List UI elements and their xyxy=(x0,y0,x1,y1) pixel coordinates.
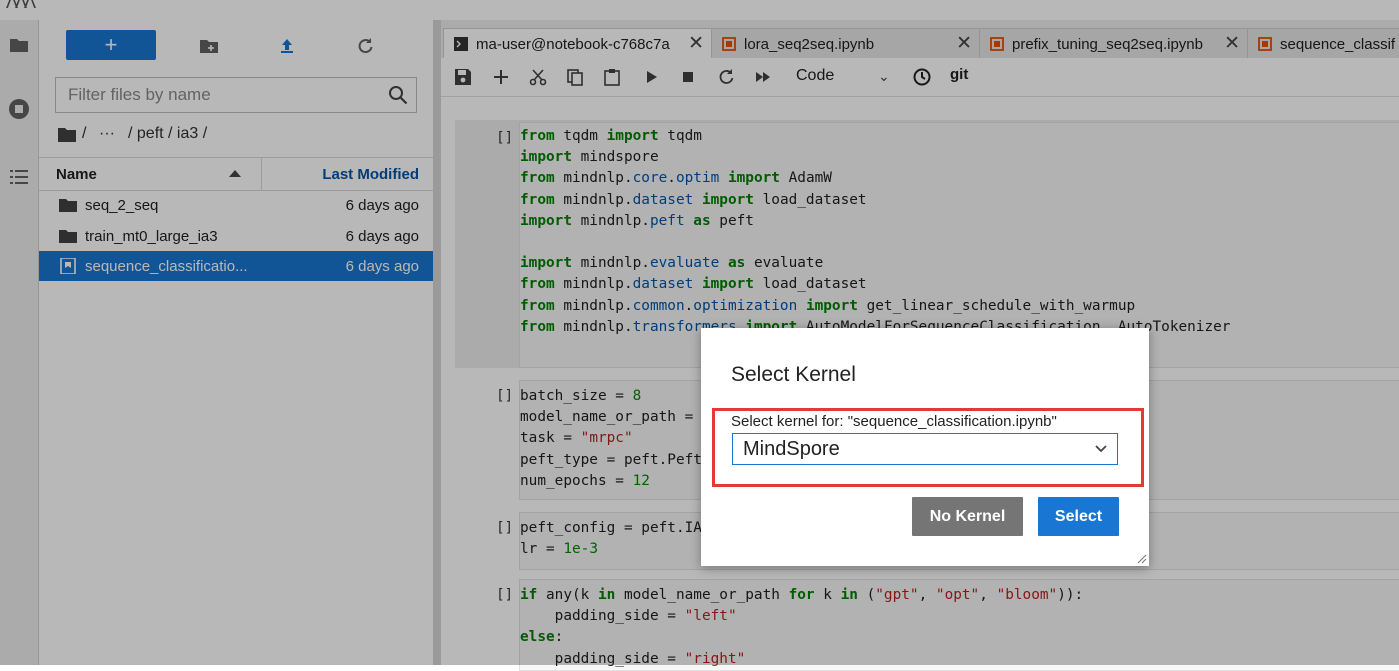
select-button[interactable]: Select xyxy=(1038,497,1119,536)
dialog-title: Select Kernel xyxy=(731,363,856,386)
no-kernel-button[interactable]: No Kernel xyxy=(912,497,1023,536)
select-kernel-dialog: Select Kernel Select kernel for: "sequen… xyxy=(701,328,1149,566)
kernel-select[interactable]: MindSpore xyxy=(732,433,1118,465)
resize-grip-icon[interactable] xyxy=(1137,554,1147,564)
kernel-select-label: Select kernel for: "sequence_classificat… xyxy=(731,413,1057,430)
kernel-select-value: MindSpore xyxy=(743,438,840,460)
chevron-down-icon xyxy=(1095,445,1107,453)
modal-backdrop[interactable] xyxy=(0,0,1399,665)
